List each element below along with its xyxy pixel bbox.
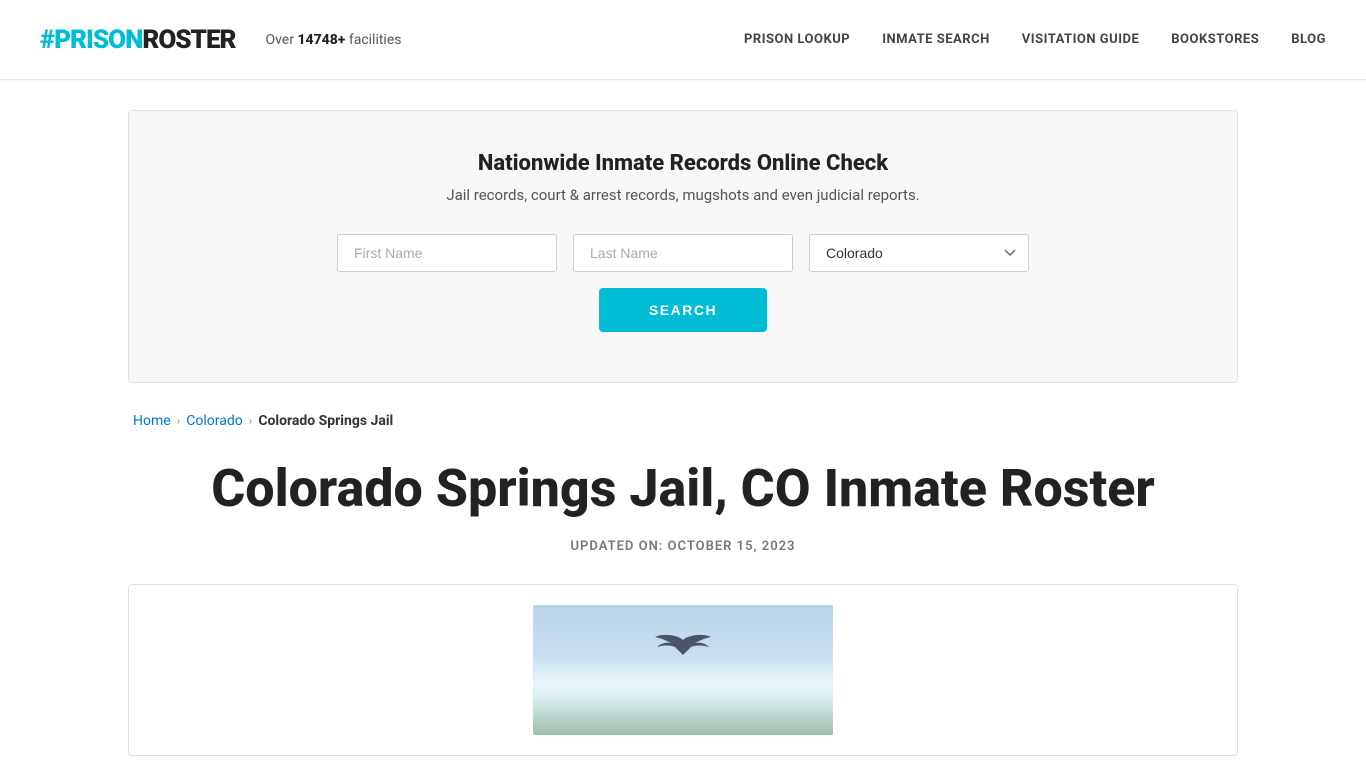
first-name-input[interactable]	[337, 234, 557, 272]
search-form: Colorado Alabama Alaska Arizona Arkansas…	[189, 234, 1177, 272]
site-header: #PRISONROSTER Over 14748+ facilities PRI…	[0, 0, 1366, 80]
nav-blog[interactable]: BLOG	[1291, 32, 1326, 47]
search-section: Nationwide Inmate Records Online Check J…	[128, 110, 1238, 383]
logo-roster: ROSTER	[142, 25, 235, 55]
page-title: Colorado Springs Jail, CO Inmate Roster	[128, 459, 1238, 519]
nav-bookstores[interactable]: BOOKSTORES	[1171, 32, 1259, 47]
nav-inmate-search[interactable]: INMATE SEARCH	[882, 32, 990, 47]
bird-icon	[653, 625, 713, 665]
search-button[interactable]: SEARCH	[599, 288, 767, 332]
state-select[interactable]: Colorado Alabama Alaska Arizona Arkansas…	[809, 234, 1029, 272]
search-title: Nationwide Inmate Records Online Check	[189, 151, 1177, 176]
breadcrumb: Home › Colorado › Colorado Springs Jail	[128, 413, 1238, 429]
breadcrumb-state[interactable]: Colorado	[186, 413, 242, 429]
logo-hash: #	[40, 25, 54, 55]
facilities-count-text: Over 14748+ facilities	[265, 32, 401, 48]
breadcrumb-separator-2: ›	[249, 414, 253, 428]
breadcrumb-home[interactable]: Home	[133, 413, 171, 429]
logo-prison: PRISON	[54, 25, 142, 55]
updated-date: UPDATED ON: OCTOBER 15, 2023	[128, 539, 1238, 554]
facilities-number: 14748+	[297, 32, 345, 48]
breadcrumb-separator-1: ›	[177, 414, 181, 428]
nav-visitation-guide[interactable]: VISITATION GUIDE	[1022, 32, 1139, 47]
last-name-input[interactable]	[573, 234, 793, 272]
facility-image	[533, 605, 833, 735]
search-subtitle: Jail records, court & arrest records, mu…	[189, 186, 1177, 204]
site-logo[interactable]: #PRISONROSTER	[40, 25, 235, 55]
breadcrumb-current: Colorado Springs Jail	[258, 413, 393, 429]
main-nav: PRISON LOOKUP INMATE SEARCH VISITATION G…	[744, 32, 1326, 47]
facility-image-card	[128, 584, 1238, 756]
main-content: Colorado Springs Jail, CO Inmate Roster …	[128, 439, 1238, 776]
nav-prison-lookup[interactable]: PRISON LOOKUP	[744, 32, 850, 47]
